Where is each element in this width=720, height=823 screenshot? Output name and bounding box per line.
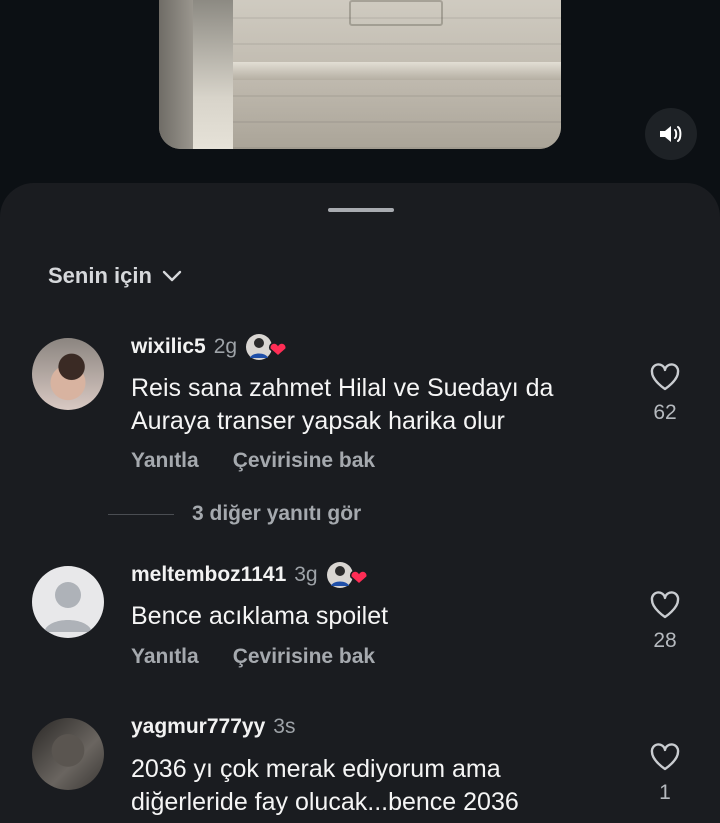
- avatar[interactable]: [32, 566, 104, 638]
- username[interactable]: yagmur777yy: [131, 715, 265, 739]
- creator-liked-badge: [326, 562, 368, 588]
- like-button[interactable]: 1: [640, 742, 690, 805]
- comment-meta: meltemboz1141 3g: [131, 560, 372, 590]
- like-count: 28: [653, 629, 677, 652]
- video-area: [0, 0, 720, 200]
- video-ledge: [233, 62, 561, 80]
- comment-time: 3g: [294, 563, 318, 586]
- like-count: 1: [659, 781, 671, 804]
- comment-time: 2g: [213, 335, 238, 358]
- like-button[interactable]: 28: [640, 590, 690, 653]
- sort-label: Senin için: [48, 263, 152, 288]
- like-button[interactable]: 62: [640, 362, 690, 425]
- default-avatar-icon: [44, 582, 92, 632]
- sound-toggle-button[interactable]: [645, 108, 697, 160]
- comment-meta: wixilic5 2g: [131, 332, 291, 362]
- video-inscription: [349, 0, 443, 26]
- username[interactable]: wixilic5: [131, 335, 206, 359]
- translate-button[interactable]: Çevirisine bak: [233, 449, 375, 473]
- chevron-down-icon: [162, 270, 182, 282]
- avatar[interactable]: [32, 338, 104, 410]
- video-gap: [193, 0, 233, 149]
- translate-button[interactable]: Çevirisine bak: [233, 645, 375, 669]
- heart-outline-icon: [650, 743, 680, 771]
- comment-text: Bence acıklama spoilet: [131, 602, 389, 630]
- comment-meta: yagmur777yy 3s: [131, 712, 295, 742]
- view-more-replies[interactable]: 3 diğer yanıtı gör: [108, 502, 361, 526]
- comment-text: Reis sana zahmet Hilal ve Suedayı da Aur…: [131, 374, 554, 435]
- comment-time: 3s: [273, 715, 296, 738]
- view-more-label: 3 diğer yanıtı gör: [192, 502, 362, 525]
- speaker-icon: [660, 126, 682, 142]
- like-count: 62: [653, 401, 677, 424]
- video-pillar: [159, 0, 193, 149]
- divider-line: [108, 513, 174, 515]
- sort-dropdown[interactable]: Senin için: [48, 262, 182, 290]
- avatar[interactable]: [32, 718, 104, 790]
- heart-outline-icon: [650, 591, 680, 619]
- creator-liked-badge: [246, 334, 288, 360]
- reply-button[interactable]: Yanıtla: [131, 449, 199, 473]
- reply-button[interactable]: Yanıtla: [131, 645, 199, 669]
- comment-text: 2036 yı çok merak ediyorum ama diğerleri…: [131, 755, 519, 816]
- drag-handle[interactable]: [328, 208, 394, 212]
- username[interactable]: meltemboz1141: [131, 563, 286, 587]
- video-preview[interactable]: [159, 0, 561, 149]
- heart-outline-icon: [650, 363, 680, 391]
